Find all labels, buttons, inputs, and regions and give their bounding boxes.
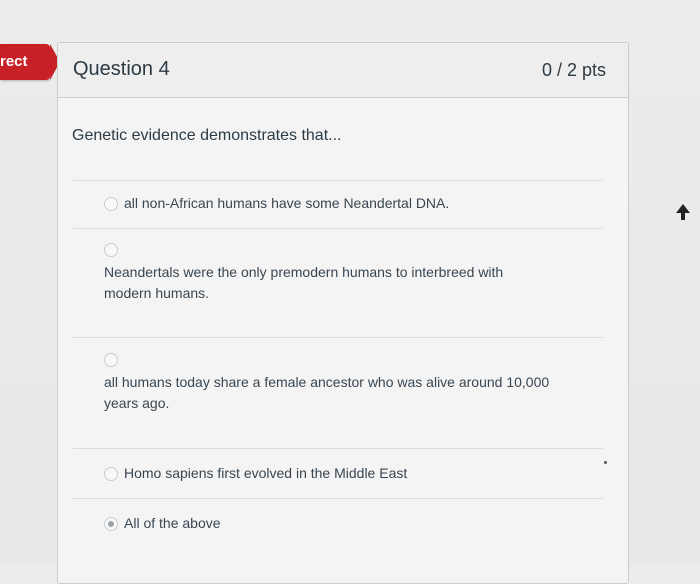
question-card: Question 4 0 / 2 pts Genetic evidence de… — [57, 42, 629, 584]
answer-label-line: Neandertals were the only premodern huma… — [104, 264, 504, 280]
answer-label: all humans today share a female ancestor… — [104, 372, 549, 414]
mouse-cursor-icon — [676, 204, 690, 220]
question-title: Question 4 — [73, 58, 170, 80]
radio-button[interactable] — [104, 467, 118, 481]
incorrect-tag: rect — [0, 44, 60, 80]
divider — [73, 498, 603, 499]
radio-button[interactable] — [104, 353, 118, 367]
radio-button[interactable] — [104, 243, 118, 257]
radio-button-selected[interactable] — [104, 517, 118, 531]
radio-button[interactable] — [104, 197, 118, 211]
question-points: 0 / 2 pts — [541, 60, 606, 80]
answer-label: Neandertals were the only premodern huma… — [104, 262, 503, 304]
divider — [73, 180, 603, 181]
answer-label-line: modern humans. — [104, 285, 210, 301]
answer-label-line: years ago. — [104, 395, 170, 411]
divider — [73, 228, 603, 229]
divider — [73, 448, 603, 449]
answer-label: all non-African humans have some Neander… — [124, 195, 450, 211]
incorrect-tag-label: rect — [0, 53, 28, 70]
answer-label: Homo sapiens first evolved in the Middle… — [124, 465, 408, 481]
question-header: Question 4 0 / 2 pts — [58, 43, 628, 98]
screen-speck — [604, 461, 607, 464]
divider — [73, 337, 603, 338]
question-prompt: Genetic evidence demonstrates that... — [72, 127, 342, 144]
answer-label-line: all humans today share a female ancestor… — [104, 374, 550, 390]
answer-label: All of the above — [124, 515, 221, 531]
